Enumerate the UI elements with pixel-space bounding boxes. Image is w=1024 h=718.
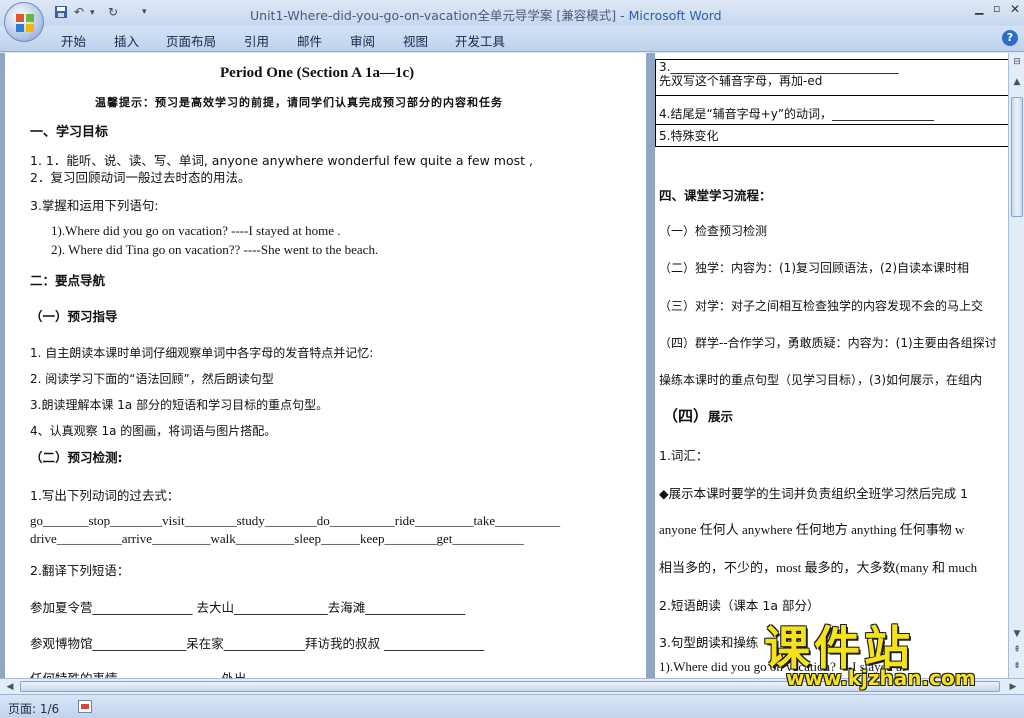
- watermark-url: www.kjzhan.com: [786, 666, 976, 690]
- show-heading-number: （四）: [663, 407, 709, 425]
- table-row-3-text: 先双写这个辅音字母，再加-ed: [659, 74, 823, 88]
- scroll-down-icon[interactable]: ▼: [1010, 627, 1024, 641]
- rules-table: 3.______________________________________…: [655, 59, 1008, 147]
- status-bar: 页面: 1/6: [0, 694, 1024, 718]
- tab-mailings[interactable]: 邮件: [297, 31, 322, 50]
- proofing-icon[interactable]: [78, 700, 92, 713]
- undo-icon[interactable]: ↶: [74, 5, 84, 19]
- guide-2: 2. 阅读学习下面的“语法回顾”，然后朗读句型: [30, 372, 274, 386]
- step-1: （一）检查预习检测: [659, 224, 768, 238]
- tab-view[interactable]: 视图: [403, 31, 428, 50]
- goals-heading: 一、学习目标: [30, 125, 109, 140]
- table-row: 4.结尾是“辅音字母+y”的动词，_________________: [655, 95, 1008, 125]
- step-4: （四）群学--合作学习，勇敢质疑：内容为：(1)主要由各组探讨: [659, 336, 997, 350]
- verbs-row-1: go_______stop________visit________study_…: [30, 513, 561, 528]
- customize-icon[interactable]: ▾: [142, 7, 147, 17]
- page-title: Period One (Section A 1a—1c): [220, 65, 415, 81]
- guide-1: 1. 自主朗读本课时单词仔细观察单词中各字母的发音特点并记忆:: [30, 346, 374, 360]
- vocab-task: ◆展示本课时要学的生词并负责组织全班学习然后完成 1: [659, 486, 969, 501]
- vocab-words-2: 相当多的，不少的，most 最多的，大多数(many 和 much: [659, 560, 978, 575]
- process-heading: 四、课堂学习流程：: [659, 188, 772, 203]
- previous-page-icon[interactable]: ⇞: [1010, 643, 1024, 657]
- tab-page-layout[interactable]: 页面布局: [166, 31, 216, 50]
- verbs-row-2: drive__________arrive_________walk______…: [30, 531, 524, 546]
- table-row: 5.特殊变化: [655, 124, 1008, 147]
- guide-4: 4、认真观察 1a 的图画，将词语与图片搭配。: [30, 424, 277, 438]
- next-page-icon[interactable]: ⇟: [1010, 659, 1024, 673]
- table-cell: 4.结尾是“辅音字母+y”的动词，_________________: [655, 95, 1008, 125]
- step-3: （三）对学：对子之间相互检查独学的内容发现不会的马上交: [659, 299, 984, 313]
- vertical-scrollbar[interactable]: ⊟ ▲ ▼ ⇞ ⇟: [1008, 53, 1024, 678]
- vertical-scroll-thumb[interactable]: [1011, 97, 1023, 217]
- tip-text: 温馨提示：预习是高效学习的前提，请同学们认真完成预习部分的内容和任务: [95, 96, 503, 109]
- ruler-toggle-icon[interactable]: ⊟: [1010, 55, 1024, 69]
- task-2: 2.翻译下列短语：: [30, 563, 130, 578]
- goal-2: 2．复习回顾动词一般过去时态的用法。: [30, 170, 251, 185]
- tab-developer[interactable]: 开发工具: [455, 31, 505, 50]
- scroll-up-icon[interactable]: ▲: [1010, 75, 1024, 89]
- restore-icon[interactable]: ▫: [993, 2, 1000, 15]
- scroll-right-icon[interactable]: ▶: [1006, 680, 1020, 694]
- minimize-icon[interactable]: ▁: [975, 2, 983, 15]
- ribbon-tabs: 开始 插入 页面布局 引用 邮件 审阅 视图 开发工具 ?: [0, 26, 1024, 52]
- save-icon[interactable]: [54, 5, 68, 22]
- document-workspace: Period One (Section A 1a—1c) 温馨提示：预习是高效学…: [0, 53, 1008, 678]
- show-heading-label: 展示: [708, 409, 734, 424]
- page-count[interactable]: 页面: 1/6: [8, 700, 59, 717]
- nav-heading: 二：要点导航: [30, 273, 106, 288]
- check-heading: （二）预习检测:: [30, 450, 123, 465]
- tab-insert[interactable]: 插入: [114, 31, 139, 50]
- scroll-left-icon[interactable]: ◀: [3, 680, 17, 694]
- phrases-row-2: 参观博物馆_______________呆在家_____________拜访我的…: [30, 636, 484, 651]
- show-heading: （四）展示: [663, 405, 733, 426]
- sentence-1: 1).Where did you go on vacation? ----I s…: [51, 223, 341, 238]
- office-button[interactable]: [4, 2, 44, 42]
- vocab-heading: 1.词汇：: [659, 448, 709, 463]
- step-2: （二）独学：内容为：(1)复习回顾语法，(2)自读本课时相: [659, 261, 969, 275]
- table-row: 3.______________________________________…: [655, 59, 1008, 96]
- table-row-3-number: 3.______________________________________: [659, 60, 899, 74]
- guide-3: 3.朗读理解本课 1a 部分的短语和学习目标的重点句型。: [30, 398, 329, 412]
- sentence-read: 3.句型朗读和操练: [659, 635, 759, 650]
- tab-home[interactable]: 开始: [61, 31, 86, 50]
- step-4-continued: 操练本课时的重点句型（见学习目标），(3)如何展示，在组内: [659, 373, 983, 387]
- title-bar: ↶ ▾ ↻ ▾ Unit1-Where-did-you-go-on-vacati…: [0, 0, 1024, 26]
- window-title: Unit1-Where-did-you-go-on-vacation全单元导学案…: [250, 8, 722, 23]
- phrases-row-1: 参加夏令营________________ 去大山_______________…: [30, 600, 466, 615]
- office-logo-icon: [16, 14, 34, 32]
- table-cell: 3.______________________________________…: [655, 59, 1008, 96]
- preview-heading: （一）预习指导: [30, 309, 118, 324]
- help-icon[interactable]: ?: [1002, 30, 1018, 46]
- goal-3: 3.掌握和运用下列语句:: [30, 198, 159, 213]
- vocab-words: anyone 任何人 anywhere 任何地方 anything 任何事物 w: [659, 522, 965, 537]
- right-page[interactable]: 3.______________________________________…: [655, 53, 1008, 678]
- tab-review[interactable]: 审阅: [350, 31, 375, 50]
- phrases-row-3: 任何特殊的事情________________ 外出: [30, 668, 246, 678]
- redo-icon[interactable]: ↻: [108, 5, 118, 19]
- task-1: 1.写出下列动词的过去式：: [30, 488, 180, 503]
- sentence-2: 2). Where did Tina go on vacation?? ----…: [51, 242, 379, 257]
- left-page[interactable]: Period One (Section A 1a—1c) 温馨提示：预习是高效学…: [5, 53, 646, 678]
- watermark-logo: 课件站 www.kjzhan.com: [764, 612, 1008, 692]
- close-icon[interactable]: ✕: [1010, 2, 1020, 16]
- table-cell: 5.特殊变化: [655, 124, 1008, 147]
- undo-dropdown-icon[interactable]: ▾: [90, 8, 95, 18]
- tab-references[interactable]: 引用: [244, 31, 269, 50]
